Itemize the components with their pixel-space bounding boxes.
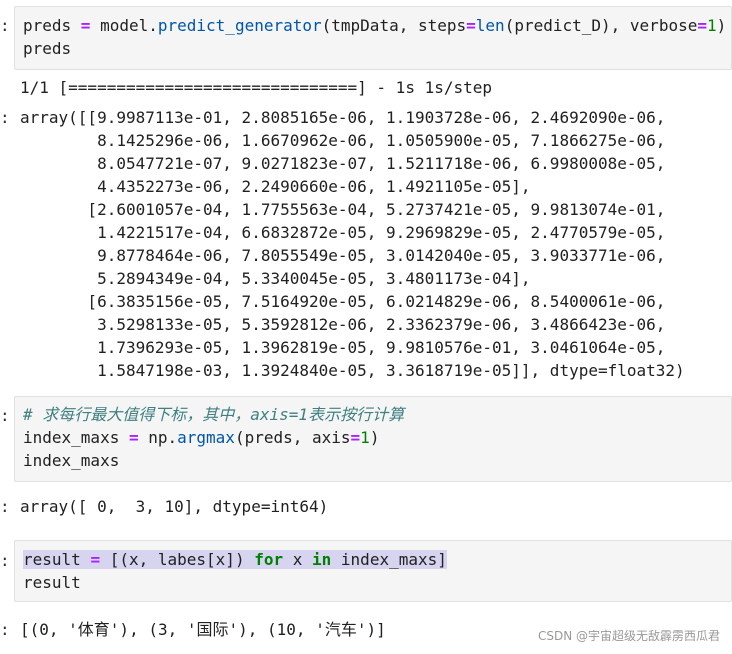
argmax-output: array([ 0, 3, 10], dtype=int64) — [20, 497, 329, 516]
array-output-line: [6.3835156e-05, 7.5164920e-05, 6.0214829… — [20, 292, 666, 311]
array-output-line: 8.1425296e-06, 1.6670962e-06, 1.0505900e… — [20, 131, 666, 150]
code-line-index-maxs: index_maxs — [23, 451, 120, 470]
array-output-line: 5.2894349e-04, 5.3340045e-05, 3.4801173e… — [20, 269, 531, 288]
progress-output: 1/1 [==============================] - 1… — [20, 78, 493, 97]
result-output: [(0, '体育'), (3, '国际'), (10, '汽车')] — [20, 620, 386, 639]
code-line-result: result = [(x, labes[x]) for x in index_m… — [23, 550, 447, 569]
array-output-line: 1.4221517e-04, 6.6832872e-05, 9.2969829e… — [20, 223, 666, 242]
code-line-argmax: index_maxs = np.argmax(preds, axis=1) — [23, 428, 380, 447]
code-line-result-echo: result — [23, 573, 81, 592]
array-output-line: 1.7396293e-05, 1.3962819e-05, 9.9810576e… — [20, 338, 666, 357]
code-cell-predict[interactable]: preds = model.predict_generator(tmpData,… — [14, 6, 732, 70]
code-comment: # 求每行最大值得下标，其中，axis=1表示按行计算 — [23, 405, 405, 424]
watermark: CSDN @宇宙超级无敌霹雳西瓜君 — [537, 629, 720, 643]
output-prompt: : — [0, 497, 10, 516]
code-cell-argmax[interactable]: # 求每行最大值得下标，其中，axis=1表示按行计算 index_maxs =… — [14, 396, 732, 482]
array-output-line: array([[9.9987113e-01, 2.8085165e-06, 1.… — [20, 108, 666, 127]
cell-prompt: : — [0, 551, 10, 570]
array-output-line: 3.5298133e-05, 5.3592812e-06, 2.3362379e… — [20, 315, 666, 334]
array-output-line: 9.8778464e-06, 7.8055549e-05, 3.0142040e… — [20, 246, 666, 265]
code-cell-result[interactable]: result = [(x, labes[x]) for x in index_m… — [14, 540, 732, 602]
output-prompt: : — [0, 620, 10, 639]
array-output-line: 4.4352273e-06, 2.2490660e-06, 1.4921105e… — [20, 177, 531, 196]
array-output-line: [2.6001057e-04, 1.7755563e-04, 5.2737421… — [20, 200, 666, 219]
cell-prompt: : — [0, 406, 10, 425]
code-line-predict: preds = model.predict_generator(tmpData,… — [23, 16, 727, 35]
array-output-line: 1.5847198e-03, 1.3924840e-05, 3.3618719e… — [20, 361, 685, 380]
code-line-preds: preds — [23, 39, 72, 58]
array-output-line: 8.0547721e-07, 9.0271823e-07, 1.5211718e… — [20, 154, 666, 173]
output-prompt: : — [0, 108, 10, 127]
cell-prompt: : — [0, 16, 10, 35]
